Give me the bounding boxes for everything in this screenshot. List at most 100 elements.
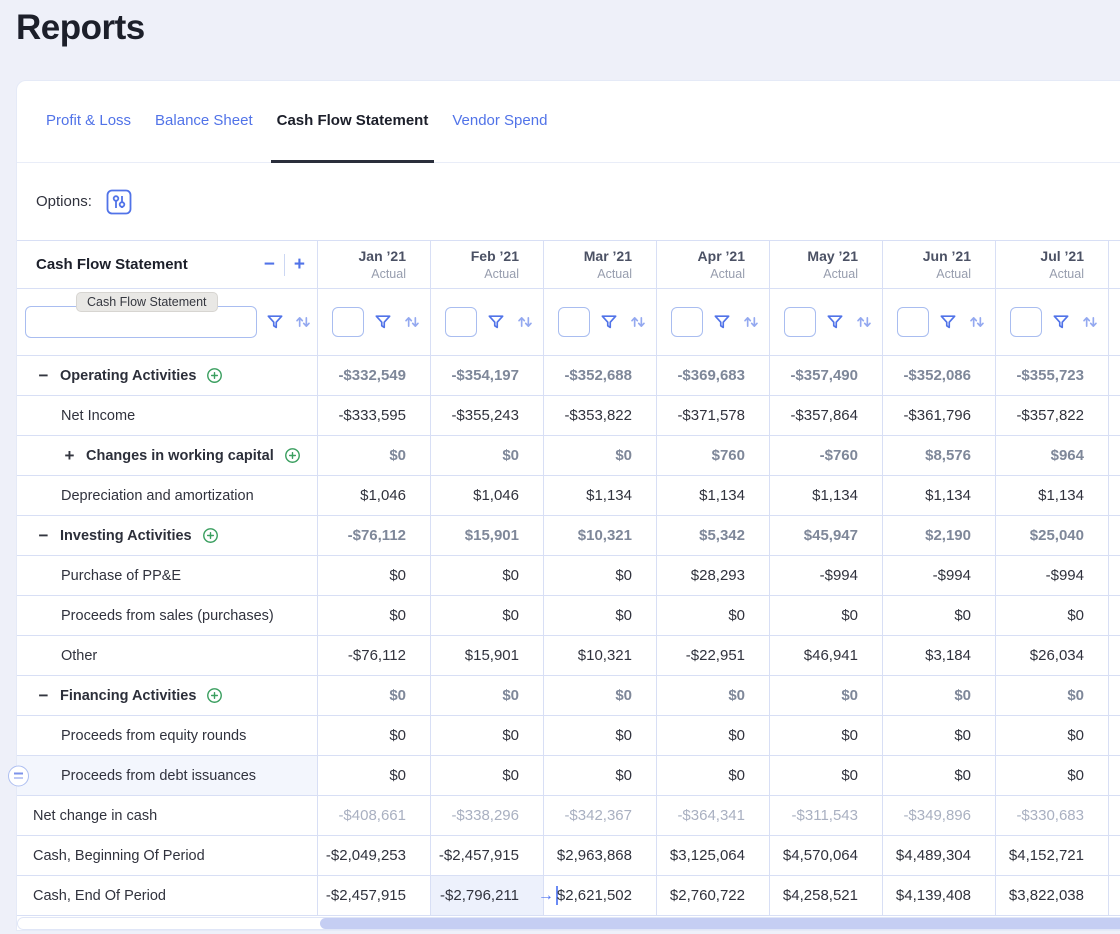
- value-cell: $0: [656, 596, 769, 635]
- scrollbar-thumb[interactable]: [320, 918, 1120, 929]
- value-cell: -$371,578: [656, 396, 769, 435]
- sort-button[interactable]: [293, 312, 313, 332]
- value-cell: $0: [882, 676, 995, 715]
- cell-value: -$354,197: [451, 367, 519, 384]
- table-row-9: Proceeds from equity rounds$0$0$0$0$0$0$…: [17, 716, 1120, 756]
- filter-button[interactable]: [1051, 312, 1071, 332]
- table-row-8: −Financing Activities$0$0$0$0$0$0$0: [17, 676, 1120, 716]
- sort-button[interactable]: [402, 312, 422, 332]
- add-line-button[interactable]: [202, 527, 219, 544]
- sort-arrows-icon: [628, 312, 648, 332]
- cell-value: $1,134: [1038, 487, 1084, 504]
- row-label-cell: −Investing Activities: [17, 516, 317, 555]
- sort-button[interactable]: [967, 312, 987, 332]
- value-cell: -$330,683: [995, 796, 1108, 835]
- filter-button[interactable]: [265, 312, 285, 332]
- tab-vendor-spend[interactable]: Vendor Spend: [446, 81, 553, 163]
- collapse-toggle-icon[interactable]: −: [36, 687, 51, 704]
- cell-value: $0: [728, 767, 745, 784]
- month-filter-input[interactable]: [558, 307, 590, 337]
- cell-value: $0: [841, 607, 858, 624]
- filter-funnel-icon: [938, 312, 958, 332]
- month-filter-input[interactable]: [897, 307, 929, 337]
- row-label-cell: +Changes in working capital: [17, 436, 317, 475]
- cell-value: $1,046: [473, 487, 519, 504]
- month-filter-input[interactable]: [445, 307, 477, 337]
- cell-value: -$22,951: [686, 647, 745, 664]
- column-scenario-label: Actual: [936, 266, 971, 282]
- value-cell: -$408,661: [317, 796, 430, 835]
- row-drag-handle[interactable]: [8, 765, 29, 786]
- row-stub: [1108, 876, 1120, 915]
- expand-all-button[interactable]: +: [294, 255, 305, 274]
- table-row-10: Proceeds from debt issuances$0$0$0$0$0$0…: [17, 756, 1120, 796]
- cell-value: -$338,296: [451, 807, 519, 824]
- cell-value: -$357,822: [1016, 407, 1084, 424]
- value-cell: $0: [430, 676, 543, 715]
- filter-button[interactable]: [712, 312, 732, 332]
- cell-value: $10,321: [578, 527, 632, 544]
- cell-value: -$2,457,915: [326, 887, 406, 904]
- value-cell: $0: [656, 716, 769, 755]
- collapse-all-button[interactable]: −: [264, 255, 275, 274]
- filter-button[interactable]: [825, 312, 845, 332]
- sort-button[interactable]: [628, 312, 648, 332]
- table-row-5: Purchase of PP&E$0$0$0$28,293-$994-$994-…: [17, 556, 1120, 596]
- cell-value: $2,963,868: [557, 847, 632, 864]
- collapse-toggle-icon[interactable]: −: [36, 367, 51, 384]
- row-stub: [1108, 716, 1120, 755]
- sort-button[interactable]: [741, 312, 761, 332]
- add-line-button[interactable]: [206, 367, 223, 384]
- row-label: Other: [61, 648, 97, 664]
- value-cell: $8,576: [882, 436, 995, 475]
- row-label: Investing Activities: [60, 528, 192, 544]
- month-filter-input[interactable]: [332, 307, 364, 337]
- value-cell: -$355,243: [430, 396, 543, 435]
- sort-button[interactable]: [854, 312, 874, 332]
- filter-button[interactable]: [599, 312, 619, 332]
- row-stub: [1108, 356, 1120, 395]
- row-stub: [1108, 556, 1120, 595]
- cell-value: $1,134: [812, 487, 858, 504]
- month-filter-cell: [656, 289, 769, 355]
- filter-button[interactable]: [373, 312, 393, 332]
- tab-balance-sheet[interactable]: Balance Sheet: [149, 81, 259, 163]
- filter-button[interactable]: [938, 312, 958, 332]
- column-header-jan21: Jan ’21Actual: [317, 241, 430, 288]
- cell-value: -$353,822: [564, 407, 632, 424]
- add-circle-icon: [206, 687, 223, 704]
- filter-button[interactable]: [486, 312, 506, 332]
- value-cell: $0: [882, 596, 995, 635]
- value-cell: -$349,896: [882, 796, 995, 835]
- cell-value: $0: [841, 767, 858, 784]
- value-cell: $0: [769, 756, 882, 795]
- cell-value: $0: [615, 607, 632, 624]
- cell-value: $4,258,521: [783, 887, 858, 904]
- cell-value: $0: [389, 447, 406, 464]
- value-cell: $5,342: [656, 516, 769, 555]
- add-circle-icon: [202, 527, 219, 544]
- month-filter-input[interactable]: [784, 307, 816, 337]
- row-label: Operating Activities: [60, 368, 196, 384]
- tab-profit-loss[interactable]: Profit & Loss: [40, 81, 137, 163]
- table-row-6: Proceeds from sales (purchases)$0$0$0$0$…: [17, 596, 1120, 636]
- month-filter-input[interactable]: [1010, 307, 1042, 337]
- cell-value: -$994: [820, 567, 858, 584]
- cell-value: $0: [841, 687, 858, 704]
- sort-button[interactable]: [515, 312, 535, 332]
- tab-cash-flow-statement[interactable]: Cash Flow Statement: [271, 81, 435, 163]
- value-cell: -$22,951: [656, 636, 769, 675]
- options-button[interactable]: [106, 189, 132, 215]
- month-filter-input[interactable]: [671, 307, 703, 337]
- value-cell: $0: [995, 596, 1108, 635]
- value-cell: -$994: [882, 556, 995, 595]
- collapse-toggle-icon[interactable]: −: [36, 527, 51, 544]
- horizontal-scrollbar[interactable]: [17, 917, 1120, 930]
- cell-value: $3,822,038: [1009, 887, 1084, 904]
- add-line-button[interactable]: [206, 687, 223, 704]
- sort-button[interactable]: [1080, 312, 1100, 332]
- add-circle-icon: [206, 367, 223, 384]
- cell-value: $10,321: [578, 647, 632, 664]
- add-line-button[interactable]: [284, 447, 301, 464]
- expand-toggle-icon[interactable]: +: [62, 447, 77, 464]
